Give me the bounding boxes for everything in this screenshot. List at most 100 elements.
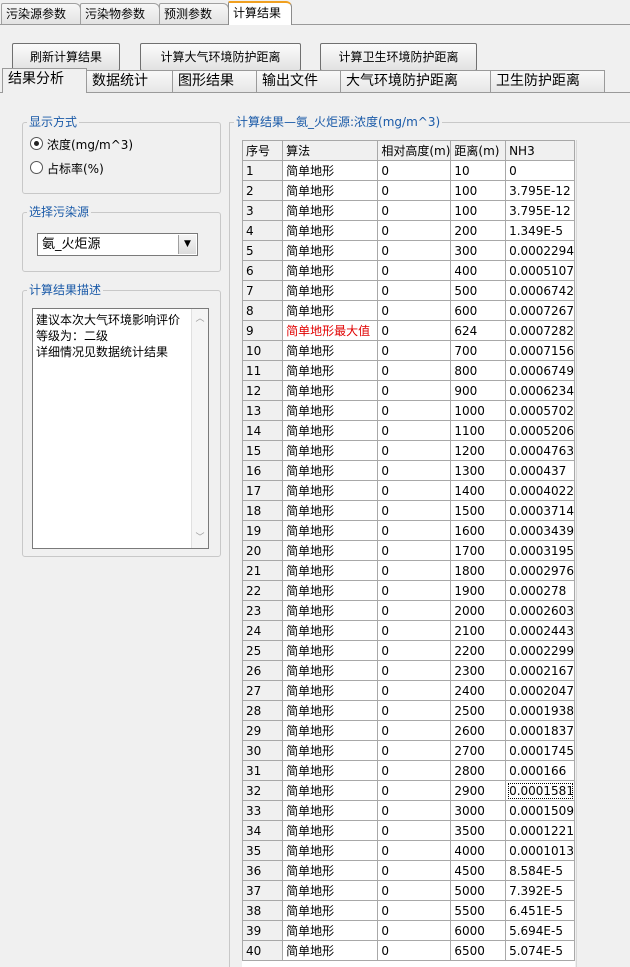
cell-algorithm[interactable]: 简单地形 [282, 360, 379, 381]
cell-algorithm[interactable]: 简单地形 [282, 380, 379, 401]
cell-nh3[interactable]: 0.0001581 [505, 780, 575, 801]
cell-index[interactable]: 11 [242, 360, 284, 381]
table-row[interactable]: 15 简单地形 0 1200 0.0004763 [242, 440, 575, 461]
cell-height[interactable]: 0 [377, 940, 452, 961]
cell-height[interactable]: 0 [377, 780, 452, 801]
table-row[interactable]: 7 简单地形 0 500 0.0006742 [242, 280, 575, 301]
cell-algorithm[interactable]: 简单地形 [282, 500, 379, 521]
cell-algorithm[interactable]: 简单地形 [282, 920, 379, 941]
percent-standard-radio-label[interactable]: 占标率(%) [47, 160, 104, 177]
cell-index[interactable]: 22 [242, 580, 284, 601]
cell-nh3[interactable]: 0.0005702 [505, 400, 575, 421]
tab-atmospheric-distance[interactable]: 大气环境防护距离 [340, 70, 491, 92]
cell-index[interactable]: 3 [242, 200, 284, 221]
cell-nh3[interactable]: 0.0002976 [505, 560, 575, 581]
column-header-index[interactable]: 序号 [242, 140, 284, 161]
cell-algorithm[interactable]: 简单地形 [282, 720, 379, 741]
table-row[interactable]: 38 简单地形 0 5500 6.451E-5 [242, 900, 575, 921]
column-header-nh3[interactable]: NH3 [505, 140, 575, 161]
cell-nh3[interactable]: 6.451E-5 [505, 900, 575, 921]
cell-height[interactable]: 0 [377, 560, 452, 581]
cell-height[interactable]: 0 [377, 820, 452, 841]
table-row[interactable]: 11 简单地形 0 800 0.0006749 [242, 360, 575, 381]
table-row[interactable]: 17 简单地形 0 1400 0.0004022 [242, 480, 575, 501]
cell-algorithm[interactable]: 简单地形 [282, 560, 379, 581]
cell-index[interactable]: 34 [242, 820, 284, 841]
table-row[interactable]: 25 简单地形 0 2200 0.0002299 [242, 640, 575, 661]
cell-height[interactable]: 0 [377, 680, 452, 701]
cell-nh3[interactable]: 0.0004022 [505, 480, 575, 501]
cell-nh3[interactable]: 3.795E-12 [505, 180, 575, 201]
cell-nh3[interactable]: 0.0002047 [505, 680, 575, 701]
cell-algorithm[interactable]: 简单地形 [282, 300, 379, 321]
cell-height[interactable]: 0 [377, 420, 452, 441]
table-row[interactable]: 6 简单地形 0 400 0.0005107 [242, 260, 575, 281]
cell-algorithm[interactable]: 简单地形 [282, 440, 379, 461]
table-row[interactable]: 19 简单地形 0 1600 0.0003439 [242, 520, 575, 541]
cell-distance[interactable]: 400 [450, 260, 507, 281]
cell-distance[interactable]: 2400 [450, 680, 507, 701]
cell-algorithm[interactable]: 简单地形 [282, 260, 379, 281]
cell-distance[interactable]: 3500 [450, 820, 507, 841]
calc-sanitary-distance-button[interactable]: 计算卫生环境防护距离 [320, 43, 477, 71]
cell-index[interactable]: 12 [242, 380, 284, 401]
cell-algorithm[interactable]: 简单地形 [282, 800, 379, 821]
cell-index[interactable]: 36 [242, 860, 284, 881]
cell-distance[interactable]: 4500 [450, 860, 507, 881]
tab-pollutant-params[interactable]: 污染物参数 [80, 3, 160, 24]
table-row[interactable]: 29 简单地形 0 2600 0.0001837 [242, 720, 575, 741]
cell-nh3[interactable]: 0.000278 [505, 580, 575, 601]
cell-distance[interactable]: 2500 [450, 700, 507, 721]
cell-nh3[interactable]: 0.0006742 [505, 280, 575, 301]
cell-height[interactable]: 0 [377, 720, 452, 741]
table-row[interactable]: 14 简单地形 0 1100 0.0005206 [242, 420, 575, 441]
table-row[interactable]: 2 简单地形 0 100 3.795E-12 [242, 180, 575, 201]
cell-index[interactable]: 29 [242, 720, 284, 741]
cell-height[interactable]: 0 [377, 740, 452, 761]
cell-height[interactable]: 0 [377, 440, 452, 461]
cell-algorithm[interactable]: 简单地形 [282, 680, 379, 701]
cell-index[interactable]: 18 [242, 500, 284, 521]
cell-index[interactable]: 23 [242, 600, 284, 621]
cell-nh3[interactable]: 0 [505, 160, 575, 181]
tab-result-analysis[interactable]: 结果分析 [2, 68, 87, 93]
tab-graph-results[interactable]: 图形结果 [172, 70, 257, 92]
cell-index[interactable]: 5 [242, 240, 284, 261]
cell-height[interactable]: 0 [377, 300, 452, 321]
cell-index[interactable]: 19 [242, 520, 284, 541]
table-row[interactable]: 33 简单地形 0 3000 0.0001509 [242, 800, 575, 821]
cell-algorithm[interactable]: 简单地形 [282, 460, 379, 481]
cell-height[interactable]: 0 [377, 180, 452, 201]
cell-distance[interactable]: 5000 [450, 880, 507, 901]
cell-index[interactable]: 10 [242, 340, 284, 361]
cell-distance[interactable]: 4000 [450, 840, 507, 861]
column-header-distance[interactable]: 距离(m) [450, 140, 507, 161]
cell-height[interactable]: 0 [377, 920, 452, 941]
cell-index[interactable]: 16 [242, 460, 284, 481]
cell-algorithm[interactable]: 简单地形 [282, 660, 379, 681]
cell-distance[interactable]: 500 [450, 280, 507, 301]
cell-height[interactable]: 0 [377, 760, 452, 781]
cell-algorithm[interactable]: 简单地形 [282, 420, 379, 441]
cell-nh3[interactable]: 0.0006234 [505, 380, 575, 401]
cell-index[interactable]: 24 [242, 620, 284, 641]
cell-algorithm[interactable]: 简单地形 [282, 880, 379, 901]
cell-distance[interactable]: 800 [450, 360, 507, 381]
cell-height[interactable]: 0 [377, 800, 452, 821]
table-row[interactable]: 20 简单地形 0 1700 0.0003195 [242, 540, 575, 561]
cell-distance[interactable]: 2600 [450, 720, 507, 741]
cell-algorithm[interactable]: 简单地形 [282, 540, 379, 561]
description-scrollbar[interactable]: ︿ ﹀ [191, 309, 208, 548]
cell-nh3[interactable]: 5.694E-5 [505, 920, 575, 941]
cell-nh3[interactable]: 0.0006749 [505, 360, 575, 381]
cell-index[interactable]: 15 [242, 440, 284, 461]
cell-algorithm[interactable]: 简单地形 [282, 400, 379, 421]
cell-nh3[interactable]: 0.0007156 [505, 340, 575, 361]
cell-nh3[interactable]: 0.0003439 [505, 520, 575, 541]
cell-height[interactable]: 0 [377, 620, 452, 641]
cell-height[interactable]: 0 [377, 580, 452, 601]
cell-nh3[interactable]: 0.0003714 [505, 500, 575, 521]
table-row[interactable]: 30 简单地形 0 2700 0.0001745 [242, 740, 575, 761]
table-row[interactable]: 24 简单地形 0 2100 0.0002443 [242, 620, 575, 641]
cell-index[interactable]: 13 [242, 400, 284, 421]
